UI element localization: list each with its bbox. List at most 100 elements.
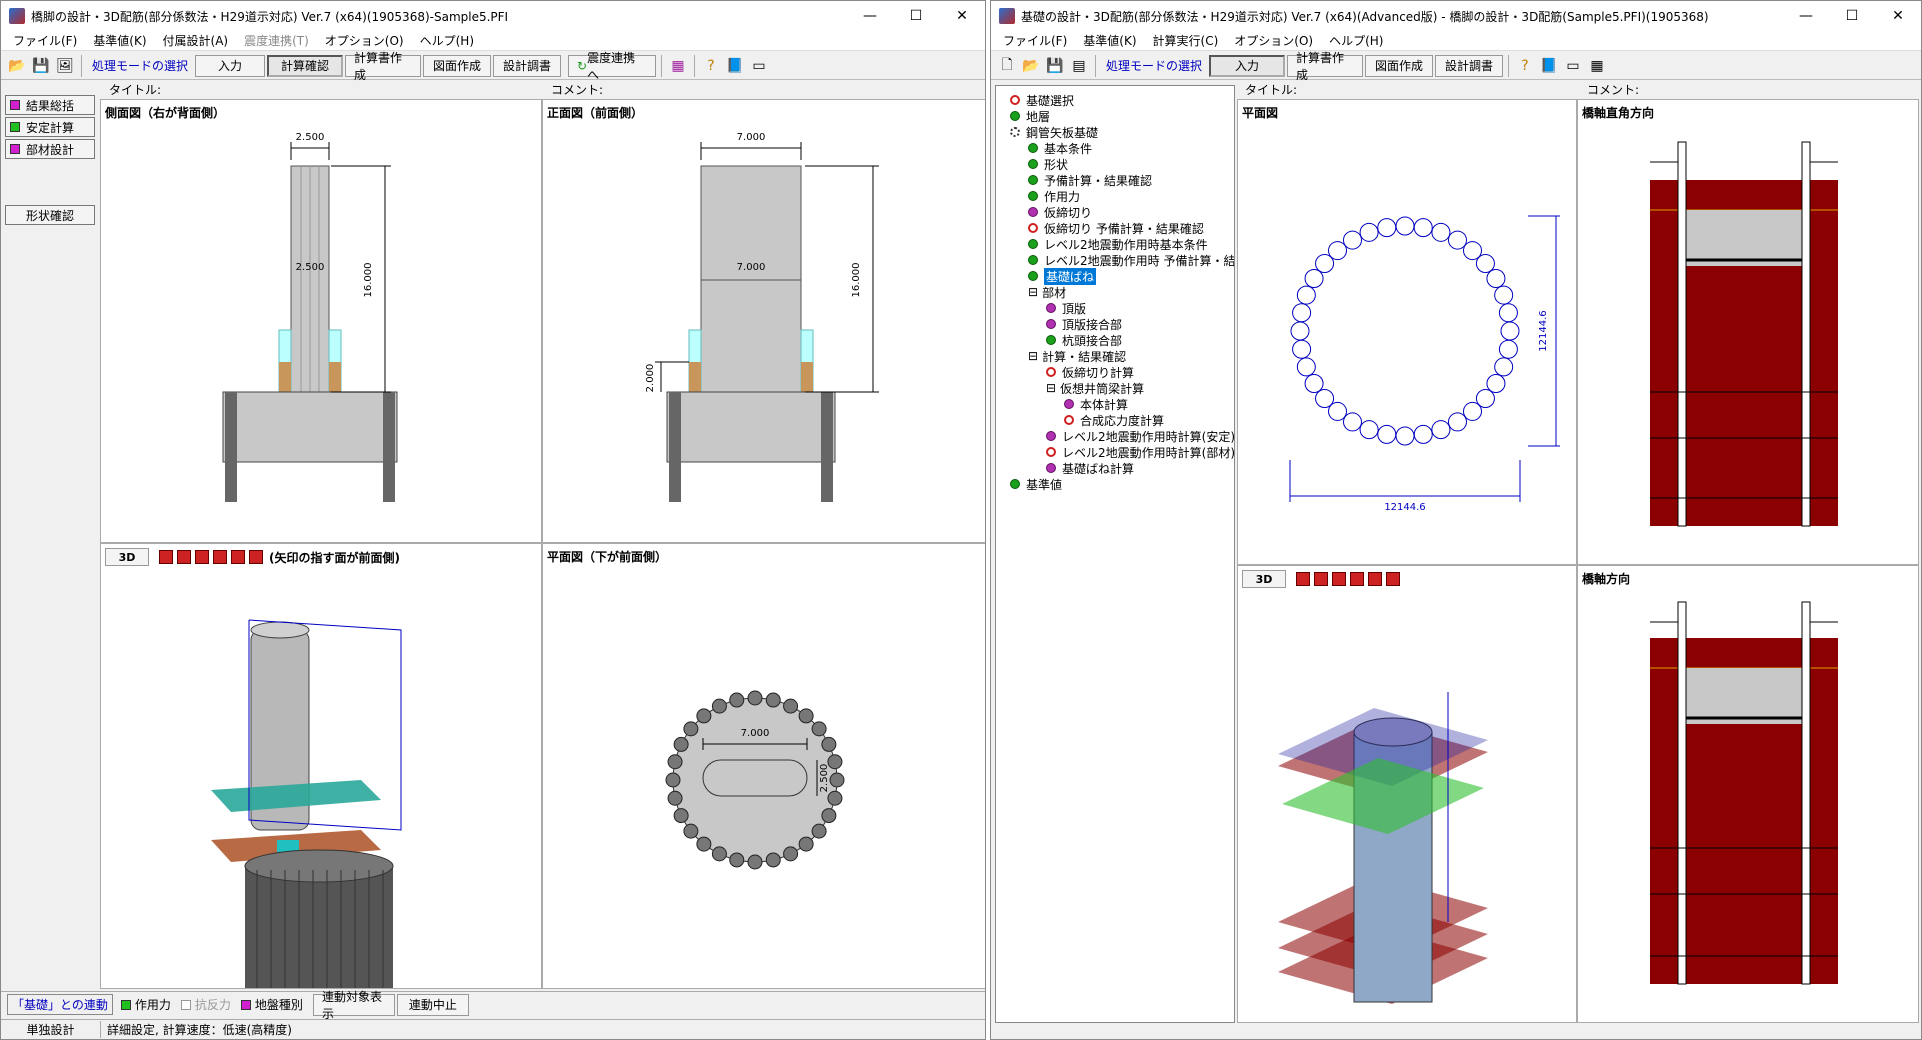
legend-item[interactable]: 作用力 bbox=[120, 996, 171, 1013]
tree-node[interactable]: 頂版 bbox=[1046, 300, 1086, 316]
shape-check-button[interactable]: 形状確認 bbox=[5, 205, 95, 225]
tree-node[interactable]: ⊟ 部材 bbox=[1028, 284, 1066, 300]
menu-file[interactable]: ファイル(F) bbox=[5, 32, 85, 49]
minimize-icon[interactable]: — bbox=[847, 1, 893, 31]
menu-help[interactable]: ヘルプ(H) bbox=[1321, 32, 1391, 49]
view-cube-icon[interactable] bbox=[195, 550, 209, 564]
menu-attached-design[interactable]: 付属設計(A) bbox=[155, 32, 237, 49]
tree-node[interactable]: 頂版接合部 bbox=[1046, 316, 1122, 332]
stability-calc-button[interactable]: 安定計算 bbox=[5, 117, 95, 137]
mode-input-button[interactable]: 入力 bbox=[195, 54, 266, 77]
tree-expander-icon[interactable]: ⊟ bbox=[1028, 349, 1038, 363]
tree-node[interactable]: 作用力 bbox=[1028, 188, 1080, 204]
foundation-link-label[interactable]: 「基礎」との連動 bbox=[7, 994, 113, 1015]
seismic-link-button[interactable]: ↻ 震度連携へ bbox=[568, 51, 657, 82]
book-icon[interactable]: 📘 bbox=[724, 55, 746, 77]
help-icon[interactable]: ? bbox=[1514, 55, 1536, 77]
pile-circle bbox=[1498, 339, 1518, 359]
member-design-button[interactable]: 部材設計 bbox=[5, 139, 95, 159]
menu-standard[interactable]: 基準値(K) bbox=[1075, 32, 1144, 49]
menu-standard[interactable]: 基準値(K) bbox=[85, 32, 154, 49]
calculator-icon[interactable]: ▦ bbox=[1586, 55, 1608, 77]
menu-options[interactable]: オプション(O) bbox=[317, 32, 412, 49]
view-cube-icon[interactable] bbox=[1368, 572, 1382, 586]
view-cube-icon[interactable] bbox=[1314, 572, 1328, 586]
tree-node[interactable]: レベル2地震動作用時 予備計算・結果 bbox=[1028, 252, 1234, 268]
mode-design-sheet-button[interactable]: 設計調書 bbox=[493, 54, 562, 77]
save-icon[interactable]: 💾 bbox=[30, 55, 52, 77]
pile-circle bbox=[1494, 285, 1514, 305]
image-icon[interactable]: 🖼 bbox=[54, 55, 76, 77]
legend-item[interactable]: 地盤種別 bbox=[240, 996, 303, 1013]
open-folder-icon[interactable]: 📂 bbox=[1020, 55, 1042, 77]
3d-toggle-button[interactable]: 3D bbox=[105, 548, 149, 566]
mode-design-sheet-button[interactable]: 設計調書 bbox=[1435, 54, 1504, 77]
tree-node[interactable]: 仮締切り計算 bbox=[1046, 364, 1134, 380]
building-icon[interactable]: ▦ bbox=[667, 55, 689, 77]
view-cube-icon[interactable] bbox=[177, 550, 191, 564]
pile-circle bbox=[1304, 269, 1324, 288]
view-cube-icon[interactable] bbox=[1296, 572, 1310, 586]
maximize-icon[interactable]: ☐ bbox=[1829, 1, 1875, 31]
mode-report-button[interactable]: 計算書作成 bbox=[1287, 51, 1364, 82]
tree-node[interactable]: 鋼管矢板基礎 bbox=[1010, 124, 1098, 140]
mode-calc-check-button[interactable]: 計算確認 bbox=[267, 54, 344, 77]
open-folder-icon[interactable]: 📂 bbox=[6, 55, 28, 77]
maximize-icon[interactable]: ☐ bbox=[893, 1, 939, 31]
tree-node[interactable]: レベル2地震動作用時基本条件 bbox=[1028, 236, 1208, 252]
tree-node[interactable]: 基準値 bbox=[1010, 476, 1062, 492]
tree-node[interactable]: 仮締切り 予備計算・結果確認 bbox=[1028, 220, 1204, 236]
tree-node[interactable]: 予備計算・結果確認 bbox=[1028, 172, 1152, 188]
menu-calc-run[interactable]: 計算実行(C) bbox=[1145, 32, 1227, 49]
tree-node[interactable]: 本体計算 bbox=[1064, 396, 1128, 412]
tree-node[interactable]: 地層 bbox=[1010, 108, 1050, 124]
stop-link-button[interactable]: 連動中止 bbox=[396, 993, 469, 1016]
mode-report-button[interactable]: 計算書作成 bbox=[345, 51, 422, 82]
tree-node[interactable]: レベル2地震動作用時計算(部材) bbox=[1046, 444, 1234, 460]
close-icon[interactable]: ✕ bbox=[1875, 1, 1921, 31]
tree-node[interactable]: 基礎ばね bbox=[1028, 267, 1097, 285]
tree-node[interactable]: 合成応力度計算 bbox=[1064, 412, 1164, 428]
view-cube-icon[interactable] bbox=[249, 550, 263, 564]
help-icon[interactable]: ? bbox=[700, 55, 722, 77]
result-summary-button[interactable]: 結果総括 bbox=[5, 95, 95, 115]
tree-node[interactable]: ⊟ 仮想井筒梁計算 bbox=[1046, 380, 1144, 396]
title-bar[interactable]: 橋脚の設計・3D配筋(部分係数法・H29道示対応) Ver.7 (x64)(19… bbox=[1, 1, 985, 31]
show-link-targets-button[interactable]: 連動対象表示 bbox=[312, 990, 395, 1021]
minimize-icon[interactable]: — bbox=[1783, 1, 1829, 31]
tree-node[interactable]: 基本条件 bbox=[1028, 140, 1092, 156]
card-icon[interactable]: ▭ bbox=[1562, 55, 1584, 77]
view-cube-icon[interactable] bbox=[1332, 572, 1346, 586]
view-cube-icon[interactable] bbox=[1386, 572, 1400, 586]
menu-options[interactable]: オプション(O) bbox=[1226, 32, 1321, 49]
save-icon[interactable]: 💾 bbox=[1044, 55, 1066, 77]
menu-file[interactable]: ファイル(F) bbox=[995, 32, 1075, 49]
menu-help[interactable]: ヘルプ(H) bbox=[412, 32, 482, 49]
view-cube-icon[interactable] bbox=[159, 550, 173, 564]
mode-drawing-button[interactable]: 図面作成 bbox=[423, 54, 492, 77]
menu-seismic-link[interactable]: 震度連携(T) bbox=[236, 32, 317, 49]
3d-toggle-button[interactable]: 3D bbox=[1242, 570, 1286, 588]
view-cube-icon[interactable] bbox=[1350, 572, 1364, 586]
book-icon[interactable]: 📘 bbox=[1538, 55, 1560, 77]
card-icon[interactable]: ▭ bbox=[748, 55, 770, 77]
close-icon[interactable]: ✕ bbox=[939, 1, 985, 31]
view-cube-icon[interactable] bbox=[231, 550, 245, 564]
tree-node[interactable]: 基礎選択 bbox=[1010, 92, 1074, 108]
title-bar[interactable]: 基礎の設計・3D配筋(部分係数法・H29道示対応) Ver.7 (x64)(Ad… bbox=[991, 1, 1921, 31]
tree-expander-icon[interactable]: ⊟ bbox=[1046, 381, 1056, 395]
tree-node[interactable]: ⊟ 計算・結果確認 bbox=[1028, 348, 1126, 364]
tree-node[interactable]: レベル2地震動作用時計算(安定) bbox=[1046, 428, 1234, 444]
print-icon[interactable]: ▤ bbox=[1068, 55, 1090, 77]
mode-drawing-button[interactable]: 図面作成 bbox=[1365, 54, 1434, 77]
mode-input-button[interactable]: 入力 bbox=[1209, 54, 1286, 77]
tree-node[interactable]: 形状 bbox=[1028, 156, 1068, 172]
tree-node[interactable]: 基礎ばね計算 bbox=[1046, 460, 1134, 476]
tree-expander-icon[interactable]: ⊟ bbox=[1028, 285, 1038, 299]
new-file-icon[interactable]: 🗋 bbox=[996, 55, 1018, 77]
tree-status-icon bbox=[1028, 143, 1038, 153]
tree-node[interactable]: 仮締切り bbox=[1028, 204, 1092, 220]
legend-item[interactable]: 抗反力 bbox=[180, 996, 231, 1013]
view-cube-icon[interactable] bbox=[213, 550, 227, 564]
tree-node[interactable]: 杭頭接合部 bbox=[1046, 332, 1122, 348]
